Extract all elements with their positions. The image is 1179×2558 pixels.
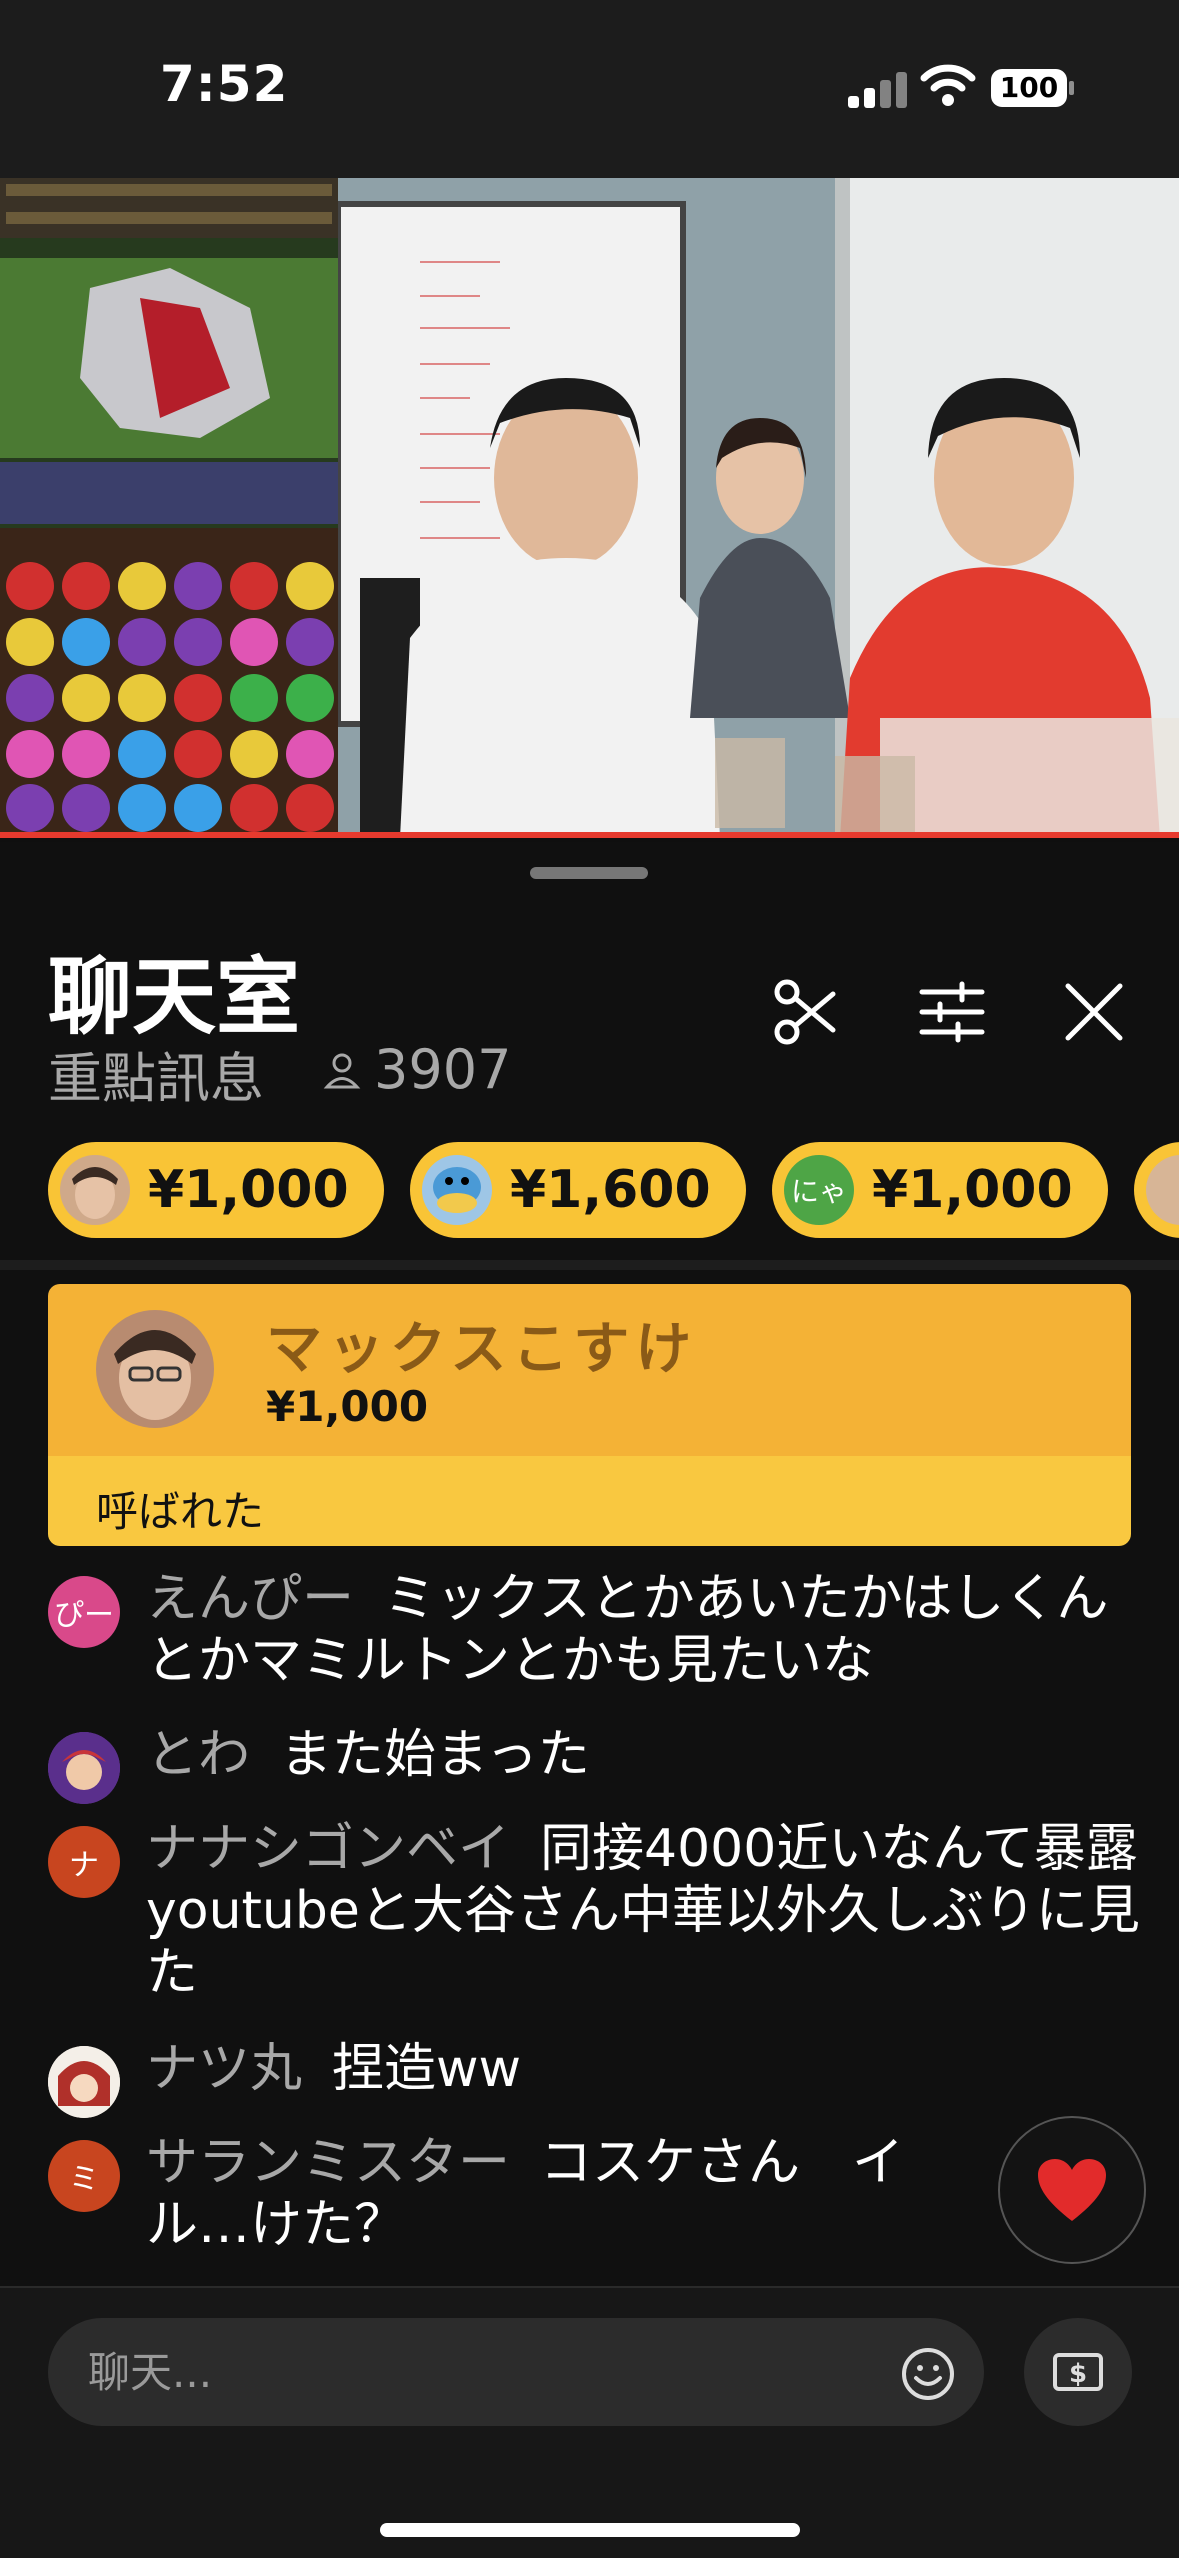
pinned-superchat-header: マックスこすけ ¥1,000 <box>48 1284 1131 1456</box>
face-avatar <box>60 1155 130 1225</box>
message-author: とわ <box>146 1725 251 1785</box>
avatar <box>96 1310 214 1428</box>
message-author: ナナシゴンベイ <box>146 1819 511 1879</box>
superchat-chip[interactable] <box>1134 1142 1179 1238</box>
battery-level: 100 <box>999 71 1059 104</box>
home-indicator <box>380 2523 800 2537</box>
avatar <box>48 2046 120 2118</box>
pinned-author: マックスこすけ <box>266 1317 698 1382</box>
status-time: 7:52 <box>160 55 289 113</box>
nya-avatar-text: にゃ <box>790 1175 847 1208</box>
viewer-count: 3907 <box>322 1038 511 1101</box>
avatar-text: ぴー <box>54 1598 114 1633</box>
superchat-ticker: ¥1,000 ¥1,600 にゃ ¥1,000 <box>48 1142 1179 1238</box>
video-progress-bar[interactable] <box>0 832 1179 838</box>
video-player[interactable] <box>0 178 1179 838</box>
drag-handle[interactable] <box>530 867 648 879</box>
avatar-text: ミ <box>69 2162 99 2197</box>
chip-amount: ¥1,000 <box>148 1160 349 1220</box>
bird-avatar <box>422 1155 492 1225</box>
avatar: ナ <box>48 1826 120 1898</box>
svg-text:$: $ <box>1069 2359 1087 2389</box>
nya-avatar: にゃ <box>784 1155 854 1225</box>
chip-amount: ¥1,000 <box>872 1160 1073 1220</box>
message-author: ナツ丸 <box>146 2039 303 2099</box>
cellular-signal-icon <box>848 72 908 108</box>
super-chat-button[interactable]: $ <box>1024 2318 1132 2426</box>
divider <box>0 1260 1179 1270</box>
scissors-icon[interactable] <box>767 972 847 1052</box>
chip-amount: ¥1,600 <box>510 1160 711 1220</box>
chat-title: 聊天室 <box>48 948 301 1046</box>
chat-mode-selector[interactable]: 重點訊息 <box>48 1034 264 1113</box>
wifi-icon <box>920 64 976 106</box>
person-icon <box>323 1053 361 1088</box>
message-author: えんぴー <box>146 1569 355 1629</box>
superchat-chip[interactable]: ¥1,000 <box>48 1142 384 1238</box>
message-author: サランミスター <box>146 2133 511 2193</box>
avatar: ミ <box>48 2140 120 2212</box>
video-frame <box>0 178 1179 838</box>
pinned-amount: ¥1,000 <box>266 1382 429 1431</box>
pinned-message: 呼ばれた <box>96 1487 265 1536</box>
avatar <box>48 1732 120 1804</box>
pinned-superchat[interactable]: マックスこすけ ¥1,000 呼ばれた <box>48 1284 1131 1546</box>
avatar-text: ナ <box>69 1848 99 1883</box>
battery-icon: 100 <box>990 68 1076 108</box>
close-icon[interactable] <box>1054 972 1134 1052</box>
viewer-count-value: 3907 <box>374 1038 512 1101</box>
superchat-chip[interactable]: ¥1,600 <box>410 1142 746 1238</box>
heart-icon <box>1038 2159 1106 2221</box>
filter-settings-icon[interactable] <box>912 972 992 1052</box>
superchat-chip[interactable]: にゃ ¥1,000 <box>772 1142 1108 1238</box>
message-text: また始まった <box>280 1725 590 1785</box>
emoji-icon[interactable] <box>900 2346 956 2402</box>
heart-reaction-button[interactable] <box>998 2116 1146 2264</box>
chat-input[interactable] <box>48 2318 984 2426</box>
status-bar: 7:52 100 <box>0 0 1179 178</box>
face-avatar <box>1146 1155 1179 1225</box>
pinned-message-area: 呼ばれた <box>48 1456 1131 1546</box>
avatar: ぴー <box>48 1576 120 1648</box>
money-icon: $ <box>1053 2353 1103 2391</box>
chat-input-bar: $ <box>0 2286 1179 2558</box>
message-text: 捏造ww <box>332 2039 522 2099</box>
